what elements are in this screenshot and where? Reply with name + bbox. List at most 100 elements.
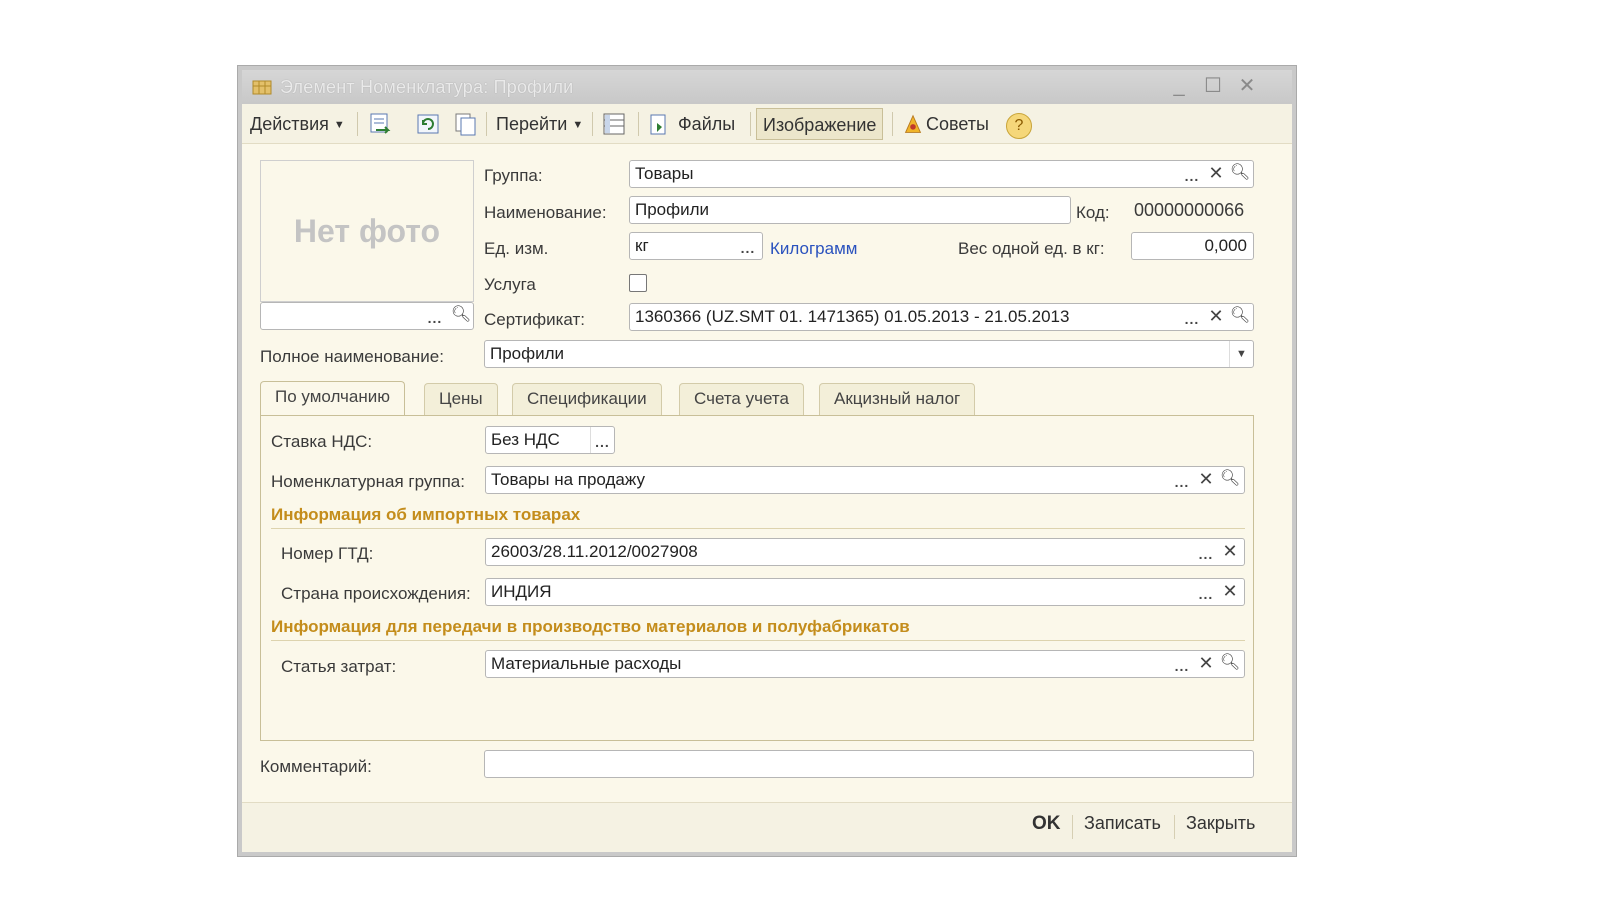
search-icon[interactable]: 🔍︎ bbox=[1228, 304, 1252, 330]
chevron-down-icon[interactable]: ▼ bbox=[1229, 341, 1253, 367]
toolbar-separator bbox=[592, 112, 593, 136]
gtd-value: 26003/28.11.2012/0027908 bbox=[491, 542, 698, 561]
maximize-button[interactable]: ☐ bbox=[1200, 74, 1226, 98]
photo-select-field[interactable]: ... 🔍︎ bbox=[260, 302, 474, 330]
files-button-label: Файлы bbox=[678, 114, 736, 134]
clear-icon[interactable]: ✕ bbox=[1204, 161, 1228, 187]
minimize-button[interactable]: _ bbox=[1166, 74, 1192, 98]
title-bar: Элемент Номенклатура: Профили _ ☐ ✕ bbox=[242, 70, 1292, 104]
search-icon[interactable]: 🔍︎ bbox=[1228, 161, 1252, 187]
close-button[interactable]: Закрыть bbox=[1186, 813, 1255, 834]
toolbar-separator bbox=[638, 112, 639, 136]
files-icon bbox=[650, 114, 666, 135]
dropdown-arrow-icon: ▼ bbox=[572, 119, 584, 132]
name-label: Наименование: bbox=[484, 203, 607, 222]
clear-icon[interactable]: ✕ bbox=[1204, 304, 1228, 330]
code-value: 00000000066 bbox=[1134, 200, 1245, 220]
clear-icon[interactable]: ✕ bbox=[1218, 579, 1242, 605]
copy-icon[interactable] bbox=[452, 110, 480, 138]
select-dots-button[interactable]: ... bbox=[1194, 579, 1218, 605]
select-dots-button[interactable]: ... bbox=[736, 233, 760, 259]
toolbar-separator bbox=[486, 112, 487, 136]
code-label: Код: bbox=[1076, 203, 1110, 222]
files-button[interactable]: Файлы bbox=[646, 108, 735, 140]
nom-group-field[interactable]: Товары на продажу ... ✕ 🔍︎ bbox=[485, 466, 1245, 494]
photo-placeholder[interactable]: Нет фото bbox=[260, 160, 474, 302]
tab-label: Цены bbox=[439, 389, 483, 408]
country-label: Страна происхождения: bbox=[281, 584, 471, 603]
footer-separator bbox=[1072, 815, 1073, 839]
search-icon[interactable]: 🔍︎ bbox=[1218, 651, 1242, 677]
select-dots-button[interactable]: ... bbox=[1180, 304, 1204, 330]
select-dots-button[interactable]: ... bbox=[1194, 539, 1218, 565]
tab-accounts[interactable]: Счета учета bbox=[679, 383, 804, 415]
tab-prices[interactable]: Цены bbox=[424, 383, 498, 415]
clear-icon[interactable]: ✕ bbox=[1218, 539, 1242, 565]
certificate-label: Сертификат: bbox=[484, 310, 585, 329]
tab-excise-tax[interactable]: Акцизный налог bbox=[819, 383, 976, 415]
import-section-title: Информация об импортных товарах bbox=[271, 505, 581, 524]
group-label: Группа: bbox=[484, 166, 543, 185]
actions-menu[interactable]: Действия ▼ bbox=[250, 108, 345, 140]
tab-label: Счета учета bbox=[694, 389, 789, 408]
select-dots-button[interactable]: ... bbox=[1170, 467, 1194, 493]
nom-group-label: Номенклатурная группа: bbox=[271, 472, 465, 491]
structure-icon[interactable] bbox=[600, 110, 628, 138]
full-name-label: Полное наименование: bbox=[260, 347, 444, 366]
clear-icon[interactable]: ✕ bbox=[1194, 651, 1218, 677]
write-and-close-icon[interactable] bbox=[366, 110, 394, 138]
nom-group-value: Товары на продажу bbox=[491, 470, 645, 489]
select-dots-button[interactable]: ... bbox=[1170, 651, 1194, 677]
vat-field[interactable]: Без НДС ... bbox=[485, 426, 615, 454]
catalog-icon bbox=[252, 80, 272, 95]
vat-value: Без НДС bbox=[491, 430, 560, 449]
unit-full-name-link[interactable]: Килограмм bbox=[770, 239, 857, 259]
item-window: Элемент Номенклатура: Профили _ ☐ ✕ Дейс… bbox=[238, 66, 1296, 856]
tab-label: По умолчанию bbox=[275, 387, 390, 406]
unit-field[interactable]: кг ... bbox=[629, 232, 763, 260]
clear-icon[interactable]: ✕ bbox=[1194, 467, 1218, 493]
ok-button[interactable]: OK bbox=[1032, 813, 1061, 835]
service-checkbox[interactable] bbox=[629, 274, 647, 292]
footer-separator bbox=[1174, 815, 1175, 839]
select-dots-button[interactable]: ... bbox=[423, 303, 447, 329]
goto-menu-label: Перейти bbox=[496, 114, 568, 134]
goto-menu[interactable]: Перейти ▼ bbox=[496, 108, 583, 140]
weight-value: 0,000 bbox=[1204, 236, 1247, 255]
save-button[interactable]: Записать bbox=[1084, 813, 1161, 834]
vat-label: Ставка НДС: bbox=[271, 432, 373, 451]
full-name-input[interactable]: Профили ▼ bbox=[484, 340, 1254, 368]
toolbar-separator bbox=[357, 112, 358, 136]
refresh-icon[interactable] bbox=[414, 110, 442, 138]
tab-panel-defaults: Ставка НДС: Без НДС ... Номенклатурная г… bbox=[260, 415, 1254, 741]
tab-defaults[interactable]: По умолчанию bbox=[260, 381, 405, 416]
tab-label: Акцизный налог bbox=[834, 389, 961, 408]
unit-label: Ед. изм. bbox=[484, 239, 549, 258]
help-button[interactable]: ? bbox=[1006, 108, 1032, 140]
service-label: Услуга bbox=[484, 275, 536, 294]
tips-button[interactable]: Советы bbox=[900, 108, 989, 140]
tab-specifications[interactable]: Спецификации bbox=[512, 383, 662, 415]
comment-input[interactable] bbox=[484, 750, 1254, 778]
certificate-field[interactable]: 1360366 (UZ.SMT 01. 1471365) 01.05.2013 … bbox=[629, 303, 1254, 331]
section-divider bbox=[271, 640, 1245, 641]
production-section-title: Информация для передачи в производство м… bbox=[271, 617, 910, 636]
select-dots-button[interactable]: ... bbox=[590, 427, 614, 453]
weight-input[interactable]: 0,000 bbox=[1131, 232, 1254, 260]
search-icon[interactable]: 🔍︎ bbox=[449, 303, 473, 329]
close-window-button[interactable]: ✕ bbox=[1234, 74, 1260, 98]
group-field[interactable]: Товары ... ✕ 🔍︎ bbox=[629, 160, 1254, 188]
name-input[interactable]: Профили bbox=[629, 196, 1071, 224]
group-value: Товары bbox=[635, 164, 694, 183]
cost-item-field[interactable]: Материальные расходы ... ✕ 🔍︎ bbox=[485, 650, 1245, 678]
country-field[interactable]: ИНДИЯ ... ✕ bbox=[485, 578, 1245, 606]
select-dots-button[interactable]: ... bbox=[1180, 161, 1204, 187]
toolbar-separator bbox=[750, 112, 751, 136]
footer-bar: OK Записать Закрыть bbox=[242, 802, 1292, 852]
help-icon: ? bbox=[1006, 113, 1032, 139]
image-button[interactable]: Изображение bbox=[756, 108, 884, 140]
unit-value: кг bbox=[635, 236, 649, 255]
gtd-field[interactable]: 26003/28.11.2012/0027908 ... ✕ bbox=[485, 538, 1245, 566]
search-icon[interactable]: 🔍︎ bbox=[1218, 467, 1242, 493]
country-value: ИНДИЯ bbox=[491, 582, 552, 601]
